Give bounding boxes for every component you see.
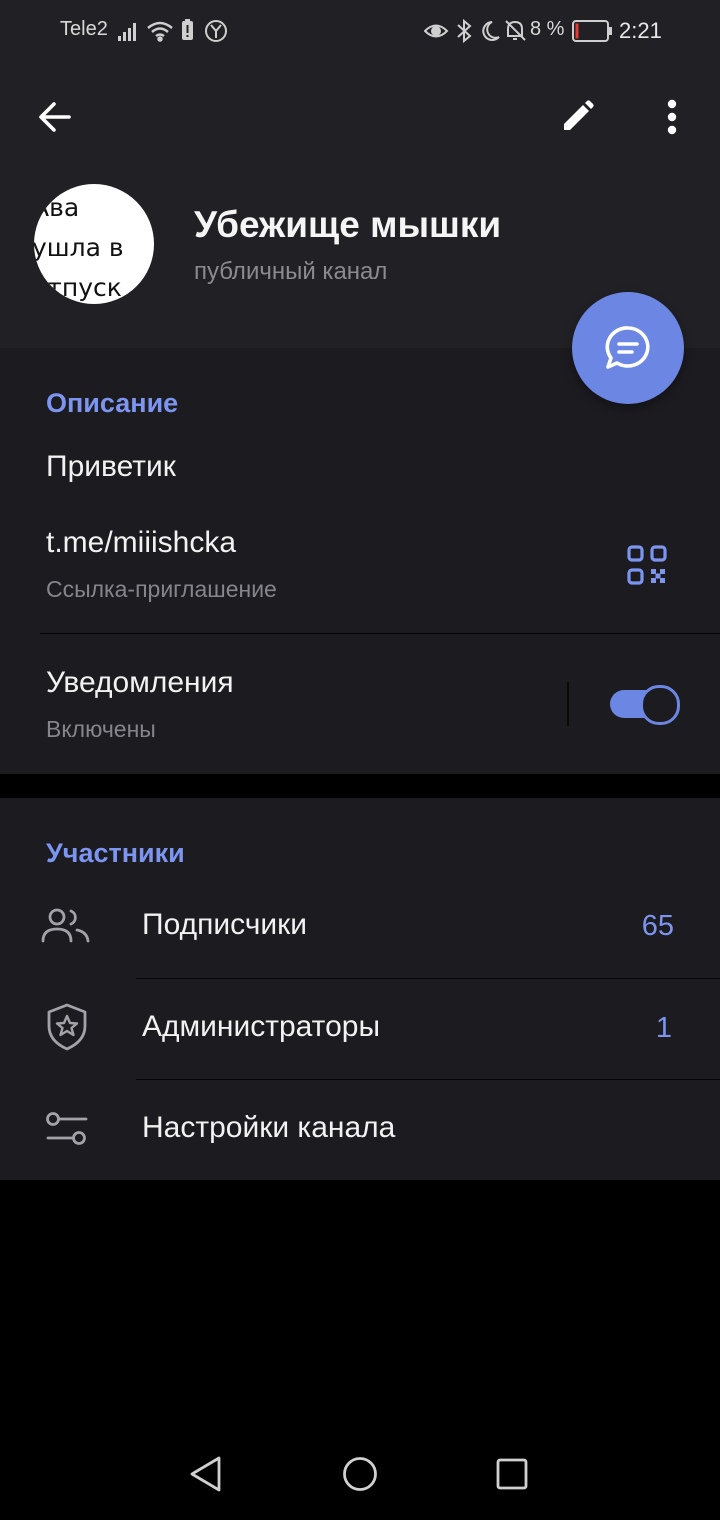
status-bar: Tele2 8 % 2:21 [0, 0, 720, 64]
avatar-image-text: Ава ушла в отпуск [34, 193, 124, 302]
channel-avatar[interactable]: Ава ушла в отпуск [34, 184, 154, 304]
administrators-label: Администраторы [142, 1010, 381, 1043]
chat-bubble-icon [605, 326, 650, 369]
nav-recents-button[interactable] [482, 1446, 542, 1502]
edit-button[interactable] [552, 92, 602, 142]
status-left-icons [118, 19, 227, 42]
invite-link-row[interactable]: t.me/miiishcka Ссылка-приглашение [0, 510, 580, 620]
battery-saver-icon [182, 19, 193, 40]
channel-settings-row[interactable]: Настройки канала [0, 1079, 720, 1179]
description-section-title: Описание [46, 388, 179, 418]
toggle-separator [567, 682, 569, 726]
channel-title: Убежище мышки [194, 204, 502, 245]
open-chat-button[interactable] [572, 292, 684, 404]
battery-percent: 8 % [530, 18, 565, 40]
battery-icon [572, 20, 612, 42]
people-icon [41, 908, 90, 943]
divider [40, 633, 720, 634]
subscribers-row[interactable]: Подписчики 65 [0, 876, 720, 978]
eye-icon [424, 24, 449, 38]
more-options-button[interactable] [650, 92, 694, 142]
square-recents-icon [496, 1458, 528, 1490]
invite-link[interactable]: t.me/miiishcka [46, 526, 236, 560]
wifi-icon [147, 21, 173, 42]
bell-off-icon [505, 20, 526, 41]
nav-home-button[interactable] [330, 1446, 390, 1502]
back-button[interactable] [30, 92, 80, 142]
description-text: Приветик [46, 450, 176, 483]
signal-icon [118, 23, 136, 41]
more-vertical-icon [667, 99, 677, 135]
notifications-row[interactable]: Уведомления Включены [0, 650, 560, 760]
qr-code-icon [627, 545, 667, 585]
toggle-knob [640, 685, 680, 725]
notifications-toggle[interactable] [600, 672, 690, 736]
channel-type: публичный канал [194, 258, 388, 285]
shield-star-icon [47, 1003, 87, 1051]
carrier-name: Tele2 [60, 18, 108, 40]
subscribers-label: Подписчики [142, 908, 308, 941]
bluetooth-icon [457, 18, 472, 44]
system-nav-bar [0, 1420, 720, 1520]
administrators-count: 1 [655, 1012, 672, 1044]
administrators-row[interactable]: Администраторы 1 [0, 978, 720, 1078]
pencil-icon [564, 100, 594, 130]
qr-code-button[interactable] [620, 538, 674, 592]
status-right-icons [424, 18, 526, 44]
circle-home-icon [343, 1457, 377, 1491]
notifications-status: Включены [46, 716, 156, 742]
triangle-back-icon [190, 1456, 221, 1492]
channel-settings-label: Настройки канала [142, 1111, 396, 1144]
nav-back-button[interactable] [176, 1446, 236, 1502]
members-section-title: Участники [46, 838, 185, 868]
invite-link-caption: Ссылка-приглашение [46, 576, 277, 602]
status-time: 2:21 [619, 18, 662, 43]
yandex-icon [205, 20, 227, 42]
arrow-left-icon [39, 102, 71, 132]
moon-icon [482, 21, 500, 41]
notifications-label: Уведомления [46, 666, 234, 699]
subscribers-count: 65 [641, 910, 674, 942]
sliders-icon [46, 1112, 88, 1145]
